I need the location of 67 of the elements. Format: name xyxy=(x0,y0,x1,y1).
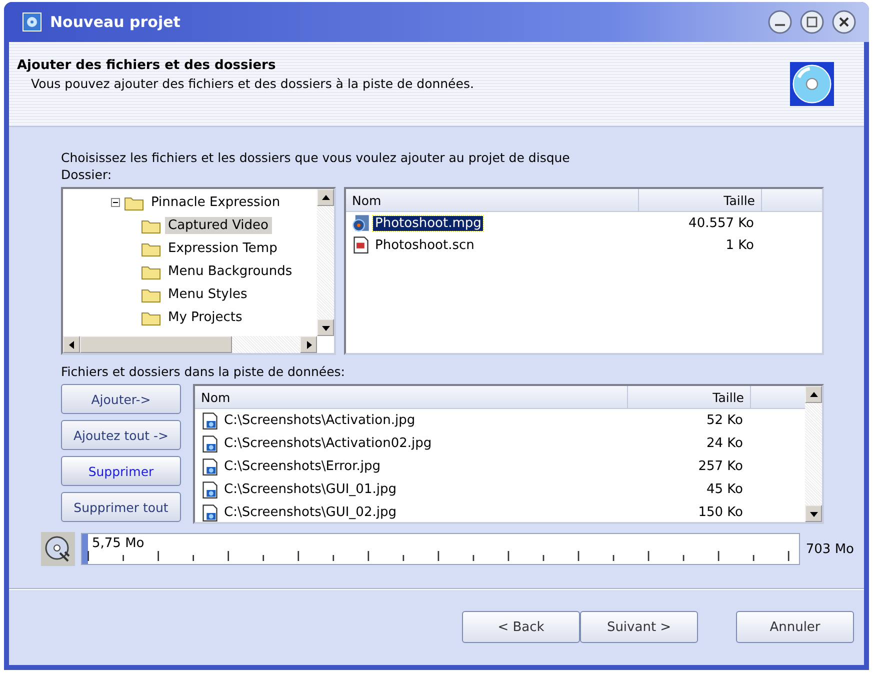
action-button[interactable]: Ajouter-> xyxy=(61,384,181,414)
image-file-icon xyxy=(201,504,219,522)
scrollbar[interactable] xyxy=(317,189,334,336)
file-path: C:\Screenshots\Error.jpg xyxy=(223,459,382,474)
file-name[interactable]: Photoshoot.scn xyxy=(373,238,476,252)
file-size: 40.557 Ko xyxy=(688,216,754,230)
column-header[interactable]: Taille xyxy=(628,386,751,408)
column-header[interactable]: Nom xyxy=(346,189,639,211)
wizard-button[interactable]: Annuler xyxy=(736,611,854,643)
step-title: Ajouter des fichiers et des dossiers xyxy=(17,58,277,73)
scroll-down-icon[interactable] xyxy=(810,510,818,518)
used-size: 5,75 Mo xyxy=(92,536,144,551)
folder-icon xyxy=(141,264,161,280)
maximize-icon[interactable] xyxy=(799,9,825,35)
tree-item[interactable]: Menu Backgrounds xyxy=(165,263,296,280)
folder-label: Dossier: xyxy=(61,166,113,183)
instruction-text: Choisissez les fichiers et les dossiers que vous voulez ajouter au projet de disque xyxy=(61,149,571,166)
scroll-up-icon[interactable] xyxy=(810,390,818,398)
folder-icon xyxy=(141,310,161,326)
disc-icon xyxy=(790,62,834,106)
column-header[interactable]: Nom xyxy=(195,386,628,408)
folder-icon xyxy=(141,286,161,302)
file-size: 1 Ko xyxy=(724,238,754,252)
folder-icon xyxy=(124,194,144,210)
folder-icon xyxy=(141,218,161,234)
image-file-icon xyxy=(201,480,219,498)
scrollbar[interactable] xyxy=(805,386,822,522)
tree-item[interactable]: Expression Temp xyxy=(165,240,280,257)
collapse-toggle[interactable] xyxy=(111,198,120,207)
scroll-down-icon[interactable] xyxy=(322,324,330,332)
minimize-icon[interactable] xyxy=(767,9,793,35)
file-size: 52 Ko xyxy=(705,413,743,428)
scrollbar[interactable] xyxy=(63,336,317,353)
action-button[interactable]: Ajoutez tout -> xyxy=(61,420,181,450)
action-button[interactable]: Supprimer xyxy=(61,456,181,486)
image-file-icon xyxy=(201,434,219,452)
scroll-left-icon[interactable] xyxy=(68,340,76,348)
folder-icon xyxy=(141,240,161,256)
total-size: 703 Mo xyxy=(806,542,854,556)
action-button[interactable]: Supprimer tout xyxy=(61,492,181,522)
tree-item[interactable]: Captured Video xyxy=(165,217,272,234)
file-size: 150 Ko xyxy=(697,505,743,520)
scroll-right-icon[interactable] xyxy=(304,340,312,348)
file-size: 257 Ko xyxy=(697,459,743,474)
video-file-icon xyxy=(352,214,370,232)
wizard-button[interactable]: Suivant > xyxy=(580,611,698,643)
tree-item[interactable]: My Projects xyxy=(165,309,246,326)
image-file-icon xyxy=(201,458,219,476)
close-icon[interactable] xyxy=(831,9,857,35)
document-icon xyxy=(352,236,370,254)
track-label: Fichiers et dossiers dans la piste de données: xyxy=(61,363,346,380)
wizard-button[interactable]: < Back xyxy=(462,611,580,643)
image-file-icon xyxy=(201,412,219,430)
file-size: 45 Ko xyxy=(705,482,743,497)
scroll-up-icon[interactable] xyxy=(322,194,330,202)
tree-item[interactable]: Pinnacle Expression xyxy=(148,194,284,211)
file-size: 24 Ko xyxy=(705,436,743,451)
file-path: C:\Screenshots\Activation.jpg xyxy=(223,413,416,428)
tree-item[interactable]: Menu Styles xyxy=(165,286,250,303)
window-title: Nouveau projet xyxy=(50,13,182,31)
file-name[interactable]: Photoshoot.mpg xyxy=(373,216,484,230)
file-path: C:\Screenshots\Activation02.jpg xyxy=(223,436,433,451)
file-path: C:\Screenshots\GUI_02.jpg xyxy=(223,505,398,520)
step-description: Vous pouvez ajouter des fichiers et des dossiers à la piste de données. xyxy=(30,76,474,91)
app-icon xyxy=(22,12,42,32)
file-path: C:\Screenshots\GUI_01.jpg xyxy=(223,482,398,497)
column-header[interactable]: Taille xyxy=(639,189,762,211)
